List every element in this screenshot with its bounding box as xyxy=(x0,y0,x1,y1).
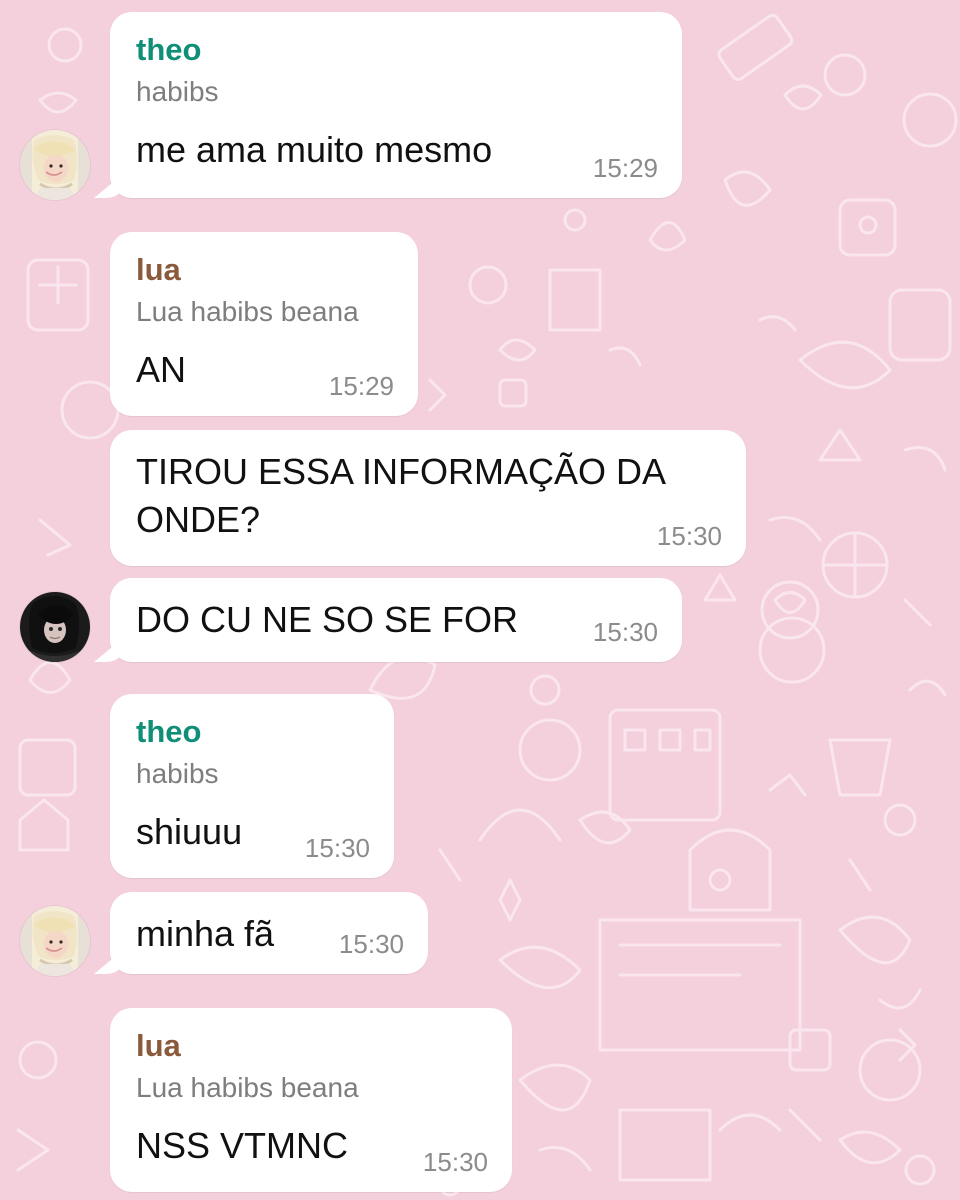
message-bubble[interactable]: lua Lua habibs beana NSS VTMNC 15:30 xyxy=(110,1008,512,1192)
message-time: 15:29 xyxy=(592,153,658,183)
message-text: DO CU NE SO SE FOR xyxy=(136,599,519,640)
message-text: ONDE? xyxy=(136,499,261,540)
message-text: TIROU ESSA INFORMAÇÃO DA xyxy=(136,451,667,492)
message-bubble[interactable]: minha fã 15:30 xyxy=(110,892,428,974)
message-bubble[interactable]: DO CU NE SO SE FOR 15:30 xyxy=(110,578,682,662)
sender-subtitle: Lua habibs beana xyxy=(136,296,359,327)
sender-subtitle: habibs xyxy=(136,758,219,789)
message-time: 15:30 xyxy=(304,833,370,863)
sender-name[interactable]: theo xyxy=(136,714,368,750)
sender-subtitle: habibs xyxy=(136,76,219,107)
message-bubble[interactable]: TIROU ESSA INFORMAÇÃO DA ONDE? 15:30 xyxy=(110,430,746,566)
message-time: 15:30 xyxy=(592,617,658,647)
avatar[interactable] xyxy=(20,592,90,662)
message-time: 15:30 xyxy=(338,929,404,959)
message-time: 15:29 xyxy=(328,371,394,401)
message-time: 15:30 xyxy=(422,1147,488,1177)
message-text: me ama muito mesmo xyxy=(136,129,493,170)
avatar[interactable] xyxy=(20,906,90,976)
message-bubble[interactable]: lua Lua habibs beana AN 15:29 xyxy=(110,232,418,416)
avatar[interactable] xyxy=(20,130,90,200)
sender-subtitle: Lua habibs beana xyxy=(136,1072,359,1103)
message-bubble[interactable]: theo habibs shiuuu 15:30 xyxy=(110,694,394,878)
sender-name[interactable]: lua xyxy=(136,252,392,288)
sender-name[interactable]: theo xyxy=(136,32,656,68)
chat-area: theo habibs me ama muito mesmo 15:29 lua… xyxy=(0,0,960,1200)
message-bubble[interactable]: theo habibs me ama muito mesmo 15:29 xyxy=(110,12,682,198)
message-time: 15:30 xyxy=(656,521,722,551)
sender-name[interactable]: lua xyxy=(136,1028,486,1064)
